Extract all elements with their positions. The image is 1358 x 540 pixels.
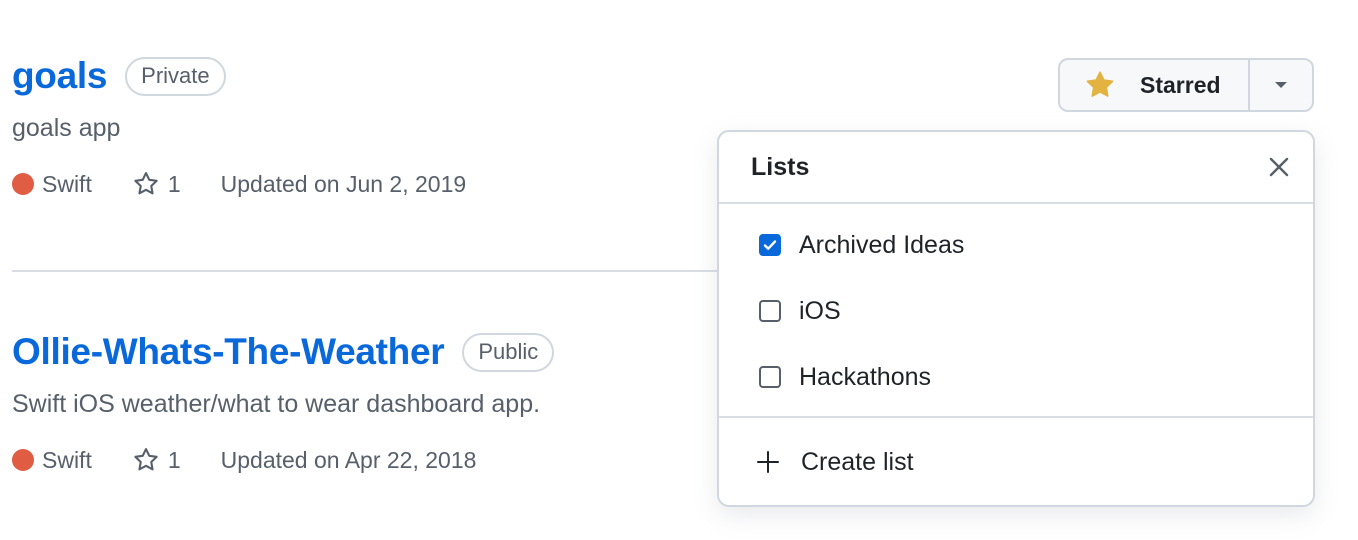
triangle-down-icon [1275,82,1287,88]
updated-timestamp: Updated on Apr 22, 2018 [220,446,477,473]
plus-icon [757,451,779,473]
x-icon [1269,157,1289,177]
list-option-ios[interactable]: iOS [719,278,1313,344]
list-option-label: Archived Ideas [799,230,965,259]
list-option-archived-ideas[interactable]: Archived Ideas [719,212,1313,278]
stargazers-link[interactable]: 1 [132,170,181,198]
starred-label: Starred [1140,71,1221,98]
list-option-hackathons[interactable]: Hackathons [719,344,1313,410]
close-button[interactable] [1263,151,1295,183]
star-count-value: 1 [167,170,181,197]
star-outline-icon [134,447,158,471]
repo-meta: Swift 1 Updated on Jun 2, 2019 [12,170,466,198]
language-color-dot [12,449,34,471]
star-count-value: 1 [167,446,181,473]
repo-title-row: Ollie-Whats-The-Weather Public [12,330,555,374]
stargazers-link[interactable]: 1 [132,446,181,474]
list-options: Archived Ideas iOS Hackathons [719,204,1313,418]
list-option-label: iOS [799,296,841,325]
menu-title: Lists [751,152,810,181]
checkbox-unchecked[interactable] [759,366,781,388]
menu-header: Lists [719,132,1313,204]
star-filled-icon [1086,71,1114,97]
star-outline-icon [134,171,158,195]
repo-name-link[interactable]: goals [12,54,107,98]
repo-title-row: goals Private [12,54,466,98]
checkmark-icon [763,240,777,250]
list-option-label: Hackathons [799,362,932,391]
repo-name-link[interactable]: Ollie-Whats-The-Weather [12,330,445,374]
lists-dropdown-toggle[interactable] [1250,60,1312,110]
language-name: Swift [42,170,92,197]
create-list-label: Create list [801,447,914,476]
repo-item: Ollie-Whats-The-Weather Public Swift iOS… [12,330,555,474]
repo-meta: Swift 1 Updated on Apr 22, 2018 [12,446,554,474]
star-button-group: Starred [1058,58,1314,112]
repo-divider [12,270,772,272]
repo-description: Swift iOS weather/what to wear dashboard… [12,390,541,418]
lists-dropdown-menu: Lists Archived Ideas iOS Hackathons Crea… [717,130,1315,507]
checkbox-checked[interactable] [759,234,781,256]
checkbox-unchecked[interactable] [759,300,781,322]
language-color-dot [12,173,34,195]
language-name: Swift [42,446,92,473]
repo-item: goals Private goals app Swift 1 Updated … [12,54,466,198]
starred-repositories-page: goals Private goals app Swift 1 Updated … [0,0,1358,540]
create-list-button[interactable]: Create list [719,418,1313,506]
repo-description: goals app [12,114,121,142]
updated-timestamp: Updated on Jun 2, 2019 [220,170,467,197]
visibility-badge: Private [125,56,226,96]
visibility-badge: Public [462,332,555,372]
starred-button[interactable]: Starred [1060,60,1250,110]
